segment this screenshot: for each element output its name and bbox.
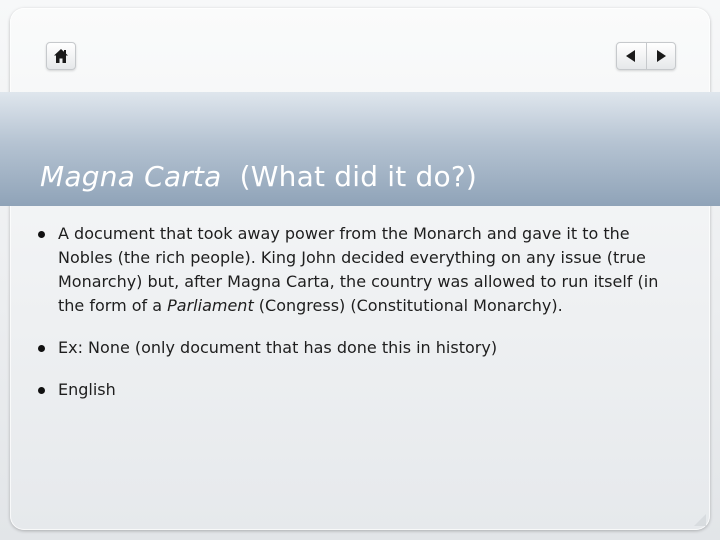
bullet-text: Ex: None (only document that has done th…: [58, 338, 498, 357]
bullet-item: English: [36, 378, 676, 402]
bullet-dot-icon: [38, 345, 45, 352]
triangle-right-icon: [656, 50, 666, 62]
bullet-dot-icon: [38, 387, 45, 394]
triangle-left-icon: [626, 50, 636, 62]
slide-navigation: [616, 42, 676, 70]
previous-slide-button[interactable]: [617, 43, 646, 69]
home-button[interactable]: [46, 42, 76, 70]
bullet-item: Ex: None (only document that has done th…: [36, 336, 676, 360]
next-slide-button[interactable]: [645, 43, 676, 69]
bullet-text-italic: Parliament: [167, 296, 254, 315]
page-corner-fold: [694, 514, 706, 526]
slide-title: Magna Carta (What did it do?): [40, 160, 477, 193]
slide-title-rest: (What did it do?): [221, 160, 478, 193]
home-icon: [54, 49, 68, 63]
bullet-list: A document that took away power from the…: [36, 222, 676, 402]
slide-title-italic: Magna Carta: [40, 160, 222, 193]
bullet-text: English: [58, 380, 116, 399]
bullet-dot-icon: [38, 231, 45, 238]
slide: Magna Carta (What did it do?) A document…: [0, 0, 720, 540]
bullet-text: (Congress) (Constitutional Monarchy).: [253, 296, 563, 315]
bullet-item: A document that took away power from the…: [36, 222, 676, 318]
